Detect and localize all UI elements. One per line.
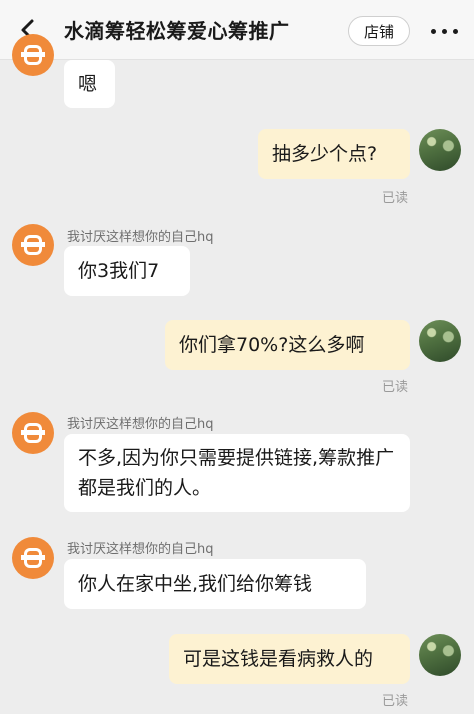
sender-name: 我讨厌这样想你的自己hq [67, 417, 214, 432]
message-bubble[interactable]: 嗯 [64, 60, 115, 108]
avatar[interactable] [12, 412, 54, 454]
shop-button[interactable]: 店铺 [348, 16, 410, 46]
message-bubble[interactable]: 不多,因为你只需要提供链接,筹款推广都是我们的人。 [64, 434, 410, 512]
avatar[interactable] [12, 537, 54, 579]
read-status: 已读 [382, 694, 409, 709]
message-bubble[interactable]: 可是这钱是看病救人的 [169, 634, 410, 684]
chat-title: 水滴筹轻松筹爱心筹推广 [64, 19, 290, 43]
message-bubble[interactable]: 你们拿70%?这么多啊 [165, 320, 410, 370]
avatar[interactable] [419, 320, 461, 362]
read-status: 已读 [382, 191, 409, 206]
more-icon[interactable] [428, 16, 462, 46]
avatar[interactable] [12, 224, 54, 266]
avatar[interactable] [419, 634, 461, 676]
read-status: 已读 [382, 380, 409, 395]
message-bubble[interactable]: 抽多少个点? [258, 129, 410, 179]
message-bubble[interactable]: 你人在家中坐,我们给你筹钱 [64, 559, 366, 609]
avatar[interactable] [12, 34, 54, 76]
sender-name: 我讨厌这样想你的自己hq [67, 230, 214, 245]
sender-name: 我讨厌这样想你的自己hq [67, 542, 214, 557]
chat-header: 水滴筹轻松筹爱心筹推广 店铺 [0, 0, 474, 60]
message-bubble[interactable]: 你3我们7 [64, 246, 190, 296]
avatar[interactable] [419, 129, 461, 171]
